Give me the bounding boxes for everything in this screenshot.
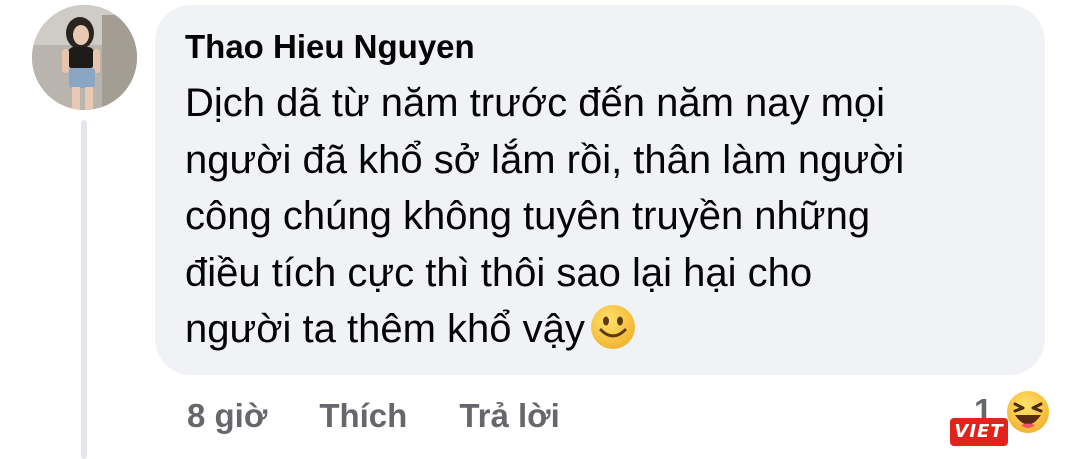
watermark-logo: VIET bbox=[950, 418, 1008, 446]
comment-line: người ta thêm khổ vậy bbox=[185, 307, 585, 351]
comment-line: công chúng không tuyên truyền những bbox=[185, 194, 871, 238]
comment-line: điều tích cực thì thôi sao lại hại cho bbox=[185, 250, 813, 295]
reply-button[interactable]: Trả lời bbox=[459, 397, 560, 435]
comment-screenshot: Thao Hieu Nguyen Dịch dã từ năm trước đế… bbox=[0, 0, 1080, 459]
comment-line: người đã khổ sở lắm rồi, thân làm người bbox=[185, 137, 905, 182]
comment-line: Dịch dã từ năm trước đến năm nay mọi bbox=[185, 81, 886, 125]
avatar-photo bbox=[32, 5, 137, 110]
comment-author[interactable]: Thao Hieu Nguyen bbox=[185, 27, 1015, 67]
slightly-smiling-face-icon bbox=[589, 303, 637, 367]
haha-icon bbox=[1004, 388, 1052, 436]
like-button[interactable]: Thích bbox=[319, 397, 407, 435]
comment-bubble: Thao Hieu Nguyen Dịch dã từ năm trước đế… bbox=[155, 5, 1045, 375]
comment-text: Dịch dã từ năm trước đến năm nay mọi ngư… bbox=[185, 75, 1015, 367]
comment-actions: 8 giờ Thích Trả lời bbox=[187, 393, 560, 439]
comment-line-last: người ta thêm khổ vậy bbox=[185, 301, 1015, 367]
reply-thread-line bbox=[81, 120, 87, 459]
comment-timestamp[interactable]: 8 giờ bbox=[187, 397, 267, 435]
avatar[interactable] bbox=[32, 5, 137, 110]
